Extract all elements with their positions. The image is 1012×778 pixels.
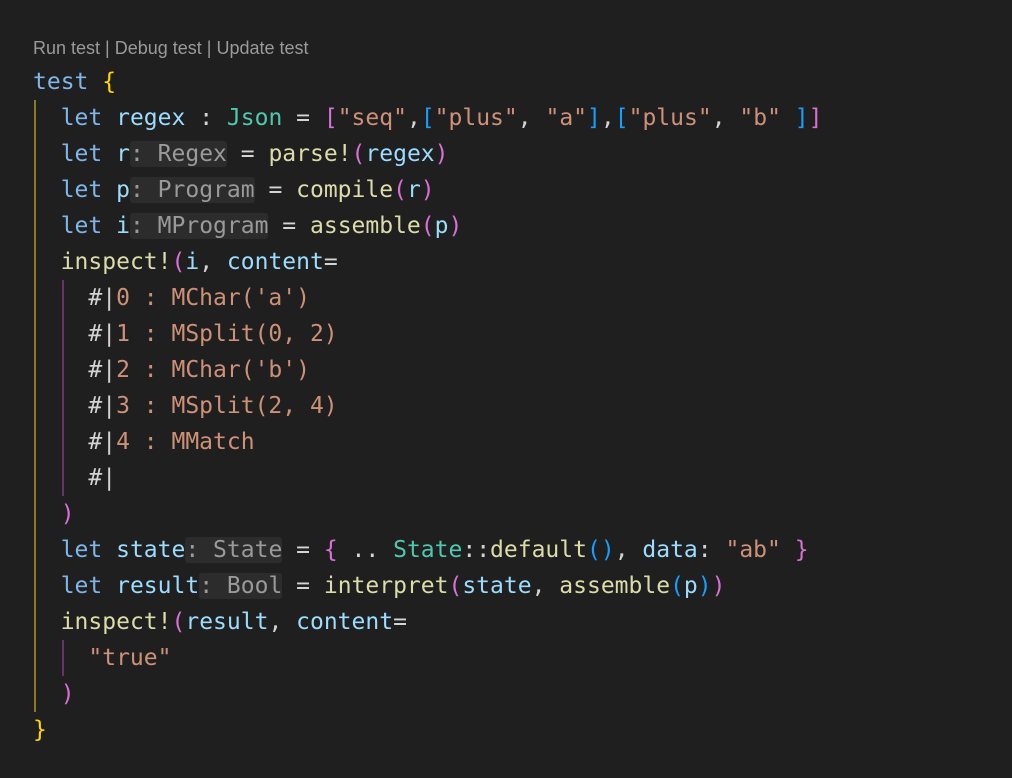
run-test-link[interactable]: Run test bbox=[33, 38, 100, 58]
variable: r bbox=[116, 141, 130, 167]
multiline-prefix: #| bbox=[88, 357, 117, 383]
multiline-string: 0 : MChar('a') bbox=[116, 285, 310, 311]
function-name: default bbox=[490, 537, 587, 563]
keyword: let bbox=[60, 105, 103, 131]
code-line: #|4 : MMatch bbox=[33, 424, 823, 460]
multiline-string: 1 : MSplit(0, 2) bbox=[116, 321, 338, 347]
debug-test-link[interactable]: Debug test bbox=[115, 38, 202, 58]
multiline-prefix: #| bbox=[88, 393, 117, 419]
inlay-type-hint: : Program bbox=[129, 177, 255, 203]
variable: state bbox=[462, 573, 532, 599]
code-line: #|2 : MChar('b') bbox=[33, 352, 823, 388]
multiline-prefix: #| bbox=[88, 465, 117, 491]
variable: data bbox=[642, 537, 698, 563]
inlay-type-hint: : MProgram bbox=[129, 213, 269, 239]
multiline-string: 2 : MChar('b') bbox=[116, 357, 310, 383]
variable: regex bbox=[116, 105, 186, 131]
type-name: State bbox=[393, 537, 463, 563]
string-literal: "seq" bbox=[337, 105, 407, 131]
string-literal: "b" bbox=[739, 105, 781, 131]
variable: p bbox=[116, 177, 130, 203]
keyword: let bbox=[60, 537, 103, 563]
variable: content bbox=[226, 249, 324, 275]
keyword: let bbox=[60, 141, 103, 167]
code-line: #| bbox=[33, 460, 823, 496]
multiline-prefix: #| bbox=[88, 285, 117, 311]
variable: result bbox=[116, 573, 200, 599]
bracket: } bbox=[33, 717, 47, 743]
code-line: let r: Regex = parse!(regex) bbox=[60, 141, 449, 167]
codelens-separator: | bbox=[100, 38, 115, 58]
code-line: ) bbox=[60, 501, 75, 527]
code-line: let regex : Json = ["seq",["plus", "a"],… bbox=[60, 105, 823, 131]
code-line: #|0 : MChar('a') bbox=[33, 280, 823, 316]
code-content[interactable]: test { let regex : Json = ["seq",["plus"… bbox=[33, 64, 823, 748]
variable: state bbox=[116, 537, 186, 563]
code-line: let i: MProgram = assemble(p) bbox=[60, 213, 463, 239]
code-line: } bbox=[33, 712, 823, 748]
variable: content bbox=[296, 609, 394, 635]
multiline-string: 3 : MSplit(2, 4) bbox=[116, 393, 338, 419]
variable: i bbox=[116, 213, 130, 239]
variable: p bbox=[434, 213, 449, 239]
string-literal: "plus" bbox=[628, 105, 712, 131]
test-codelens: Run test | Debug test | Update test bbox=[33, 37, 309, 59]
function-name: assemble bbox=[559, 573, 671, 599]
type-name: Json bbox=[226, 105, 283, 131]
function-name: assemble bbox=[310, 213, 421, 239]
variable: result bbox=[185, 609, 269, 635]
function-name: interpret bbox=[323, 573, 449, 599]
code-line: let p: Program = compile(r) bbox=[60, 177, 435, 203]
update-test-link[interactable]: Update test bbox=[216, 38, 308, 58]
code-line: ) bbox=[60, 681, 75, 707]
function-name: inspect! bbox=[60, 249, 172, 275]
string-literal: "true" bbox=[88, 645, 172, 671]
code-editor[interactable]: Run test | Debug test | Update test test… bbox=[0, 0, 1012, 778]
codelens-separator: | bbox=[201, 38, 217, 58]
inlay-type-hint: : Bool bbox=[199, 573, 283, 599]
code-line: "true" bbox=[33, 640, 823, 676]
string-literal: "ab" bbox=[725, 537, 781, 563]
multiline-prefix: #| bbox=[88, 429, 117, 455]
code-line: test { bbox=[33, 64, 823, 100]
inlay-type-hint: : Regex bbox=[129, 141, 227, 167]
bracket: { bbox=[102, 69, 117, 95]
code-line: let result: Bool = interpret(state, asse… bbox=[60, 573, 726, 599]
variable: i bbox=[185, 249, 200, 275]
keyword: let bbox=[60, 573, 103, 599]
function-name: compile bbox=[296, 177, 394, 203]
string-literal: "a" bbox=[545, 105, 588, 131]
inlay-type-hint: : State bbox=[185, 537, 283, 563]
variable: regex bbox=[365, 141, 435, 167]
multiline-string: 4 : MMatch bbox=[116, 429, 255, 455]
keyword: let bbox=[60, 213, 103, 239]
code-line: inspect!(result, content= bbox=[60, 609, 407, 635]
code-line: #|3 : MSplit(2, 4) bbox=[33, 388, 823, 424]
code-line: inspect!(i, content= bbox=[60, 249, 338, 275]
string-literal: "plus" bbox=[434, 105, 518, 131]
function-name: inspect! bbox=[60, 609, 172, 635]
variable: p bbox=[683, 573, 698, 599]
keyword: test bbox=[33, 69, 89, 95]
keyword: let bbox=[60, 177, 103, 203]
code-line: let state: State = { .. State::default()… bbox=[60, 537, 809, 563]
code-line: #|1 : MSplit(0, 2) bbox=[33, 316, 823, 352]
function-name: parse! bbox=[268, 141, 352, 167]
multiline-prefix: #| bbox=[88, 321, 117, 347]
variable: r bbox=[406, 177, 421, 203]
